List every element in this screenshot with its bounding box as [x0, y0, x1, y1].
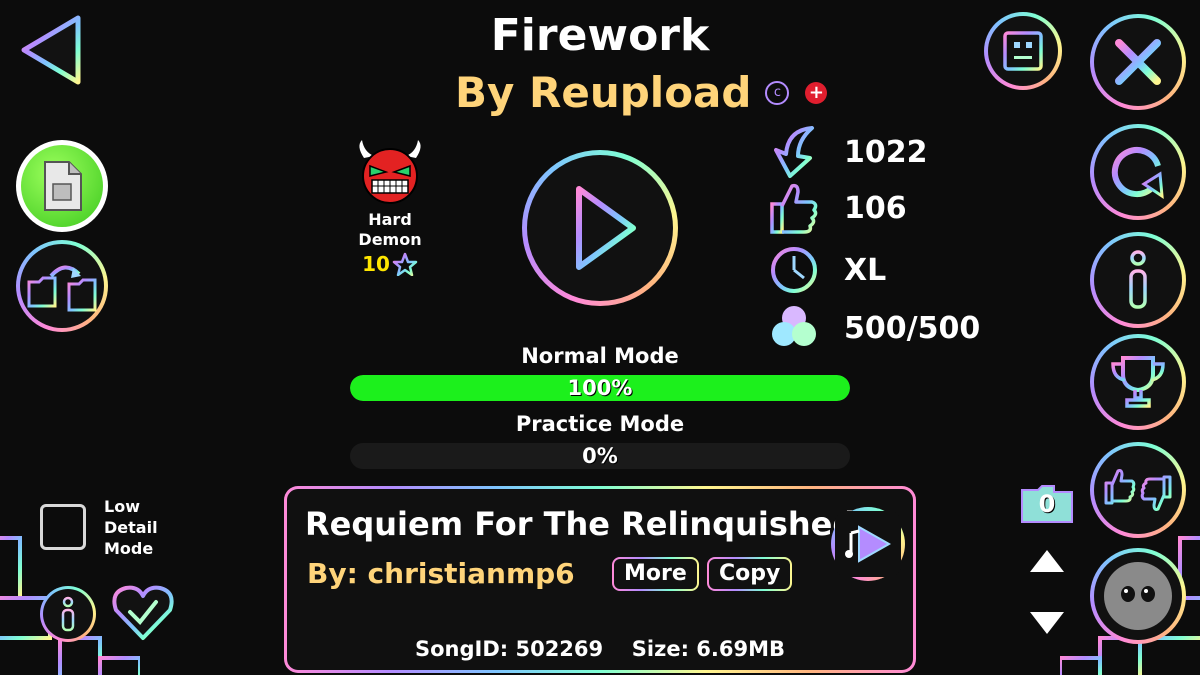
level-name: Firework — [490, 10, 710, 61]
hard-demon-face-icon — [359, 140, 421, 204]
song-play-button[interactable] — [831, 507, 905, 581]
stars-count: 10 — [362, 252, 390, 276]
author-row: By Reupload c + — [455, 68, 828, 117]
length-stat: XL — [768, 242, 886, 298]
like-dislike-icon — [1104, 469, 1172, 511]
heart-check-icon — [112, 585, 174, 640]
low-detail-label-line2: Detail — [104, 518, 158, 537]
song-id: SongID: 502269 — [414, 637, 604, 661]
more-button-label: More — [614, 559, 697, 589]
back-button[interactable] — [16, 12, 86, 88]
difficulty-label-1: Hard — [368, 210, 412, 229]
info-button[interactable] — [1090, 232, 1186, 328]
copy-button[interactable]: Copy — [707, 557, 793, 591]
comments-face-icon — [1104, 562, 1172, 630]
folder-count: 0 — [1038, 490, 1056, 518]
low-detail-label-line1: Low — [104, 497, 140, 516]
play-icon — [576, 186, 636, 270]
practice-mode-bar: 0% — [350, 443, 850, 469]
difficulty-label-2: Demon — [358, 230, 422, 249]
practice-mode-label: Practice Mode — [515, 412, 685, 436]
likes-stat: 106 — [768, 180, 907, 236]
copy-button-label: Copy — [709, 559, 791, 589]
move-folders-button[interactable] — [16, 240, 108, 332]
account-icon-button[interactable] — [984, 12, 1062, 90]
stars-row: 10 — [350, 252, 430, 276]
arrow-down-icon — [1030, 612, 1064, 634]
level-info-button[interactable] — [16, 140, 108, 232]
normal-mode-label: Normal Mode — [521, 344, 679, 368]
up-arrow-button[interactable] — [1028, 548, 1066, 574]
close-x-icon — [1115, 39, 1161, 85]
plus-badge-icon: + — [805, 81, 828, 104]
song-title: Requiem For The Relinquished — [305, 505, 856, 543]
more-button[interactable]: More — [612, 557, 699, 591]
rate-button[interactable] — [1090, 442, 1186, 538]
song-artist[interactable]: By: christianmp6 — [307, 557, 575, 590]
refresh-icon — [1111, 147, 1164, 199]
arrow-up-icon — [1030, 550, 1064, 572]
star-icon — [392, 252, 418, 276]
favorite-button[interactable] — [110, 582, 176, 642]
low-detail-label: Low Detail Mode — [104, 496, 158, 559]
likes-value: 106 — [844, 190, 907, 226]
difficulty-block: Hard Demon 10 — [350, 140, 430, 276]
play-button[interactable] — [522, 150, 678, 306]
level-author[interactable]: By Reupload — [455, 68, 751, 117]
info-icon — [1129, 250, 1147, 309]
downloads-value: 1022 — [844, 134, 928, 170]
refresh-button[interactable] — [1090, 124, 1186, 220]
song-panel: Requiem For The Relinquished By: christi… — [284, 486, 916, 673]
leaderboard-button[interactable] — [1090, 334, 1186, 430]
length-value: XL — [844, 252, 887, 288]
comments-button[interactable] — [1090, 548, 1186, 644]
practice-mode-percent: 0% — [582, 444, 618, 468]
orbs-value: 500/500 — [844, 310, 981, 346]
normal-mode-percent: 100% — [567, 376, 633, 400]
info-icon — [61, 596, 75, 632]
clock-icon — [771, 247, 817, 293]
close-button[interactable] — [1090, 14, 1186, 110]
song-size: Size: 6.69MB — [631, 637, 785, 661]
down-arrow-button[interactable] — [1028, 610, 1066, 636]
song-meta: SongID: 502269 Size: 6.69MB — [287, 637, 913, 661]
like-icon — [770, 183, 818, 234]
move-folders-icon — [27, 265, 97, 312]
normal-mode-bar: 100% — [350, 375, 850, 401]
back-arrow-icon — [21, 15, 81, 85]
copy-badge-icon: c — [765, 80, 790, 105]
level-info-doc-icon — [44, 161, 82, 211]
downloads-stat: 1022 — [768, 124, 928, 180]
low-detail-label-line3: Mode — [104, 539, 154, 558]
downloads-icon — [774, 126, 814, 178]
low-detail-checkbox[interactable] — [40, 504, 86, 550]
small-info-button[interactable] — [40, 586, 96, 642]
music-play-icon — [845, 525, 892, 563]
folder-button[interactable]: 0 — [1020, 484, 1074, 524]
cube-face-icon — [1003, 31, 1043, 71]
leaderboard-trophy-icon — [1111, 356, 1165, 408]
